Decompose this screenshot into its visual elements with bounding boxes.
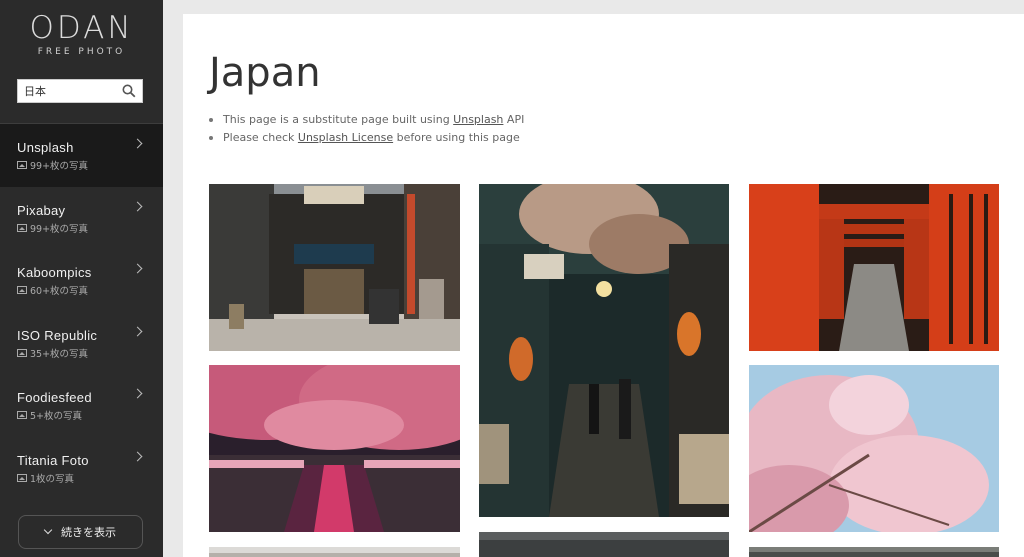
- nav-item-count: 1枚の写真: [30, 473, 75, 485]
- nav-item-count: 5+枚の写真: [30, 411, 83, 422]
- nav-item-count: 99+枚の写真: [30, 223, 89, 235]
- notice-text: Please check: [223, 131, 298, 144]
- logo-main-text: ODAN: [29, 10, 134, 46]
- logo-sub-text: FREE PHOTO: [37, 47, 126, 57]
- search-input[interactable]: [18, 80, 118, 102]
- photo-partial[interactable]: [749, 547, 999, 557]
- unsplash-license-link[interactable]: Unsplash License: [298, 131, 393, 144]
- photo-partial[interactable]: [209, 547, 460, 557]
- logo[interactable]: ODAN FREE PHOTO: [0, 0, 163, 62]
- nav-item-count: 99+枚の写真: [30, 161, 89, 172]
- photo-japanese-shopfront[interactable]: [209, 184, 460, 351]
- notice-text: This page is a substitute page built usi…: [223, 113, 454, 126]
- image-icon: [17, 286, 27, 294]
- nav-item-kaboompics[interactable]: Kaboompics 60+枚の写真: [0, 249, 163, 312]
- photo-cherry-blossom-canal[interactable]: [209, 365, 460, 532]
- search-icon[interactable]: [122, 84, 136, 98]
- photo-cherry-blossoms-sky[interactable]: [749, 365, 999, 532]
- image-icon: [17, 348, 27, 357]
- page-title: Japan: [209, 50, 321, 96]
- nav-item-titania-foto[interactable]: Titania Foto 1枚の写真: [0, 437, 163, 500]
- notice-text: API: [503, 113, 525, 126]
- photo-night-alley-lanterns[interactable]: [479, 184, 729, 517]
- nav-item-unsplash[interactable]: Unsplash 99+枚の写真: [0, 124, 163, 187]
- nav-item-foodiesfeed[interactable]: Foodiesfeed 5+枚の写真: [0, 374, 163, 437]
- nav-item-count: 60+枚の写真: [30, 286, 89, 297]
- photo-partial[interactable]: [479, 532, 729, 557]
- show-more-button[interactable]: 続きを表示: [18, 515, 143, 549]
- notice-list: This page is a substitute page built usi…: [209, 111, 524, 147]
- source-nav: Unsplash 99+枚の写真 Pixabay 99+枚の写真 Kaboomp…: [0, 124, 163, 499]
- image-icon: [17, 473, 27, 482]
- nav-item-pixabay[interactable]: Pixabay 99+枚の写真: [0, 187, 163, 250]
- main-content: Japan This page is a substitute page bui…: [183, 14, 1024, 557]
- unsplash-link[interactable]: Unsplash: [453, 113, 503, 126]
- nav-item-iso-republic[interactable]: ISO Republic 35+枚の写真: [0, 312, 163, 375]
- search-box: [17, 79, 143, 103]
- image-icon: [17, 411, 27, 419]
- show-more-label: 続きを表示: [61, 526, 116, 539]
- nav-item-count: 35+枚の写真: [30, 348, 89, 360]
- notice-text: before using this page: [393, 131, 520, 144]
- notice-item: Please check Unsplash License before usi…: [209, 129, 524, 147]
- image-icon: [17, 223, 27, 232]
- notice-item: This page is a substitute page built usi…: [209, 111, 524, 129]
- sidebar: ODAN FREE PHOTO Unsplash 99+枚の写真 Pixabay…: [0, 0, 163, 557]
- image-icon: [17, 161, 27, 169]
- photo-torii-gates[interactable]: [749, 184, 999, 351]
- chevron-down-icon: [43, 525, 53, 535]
